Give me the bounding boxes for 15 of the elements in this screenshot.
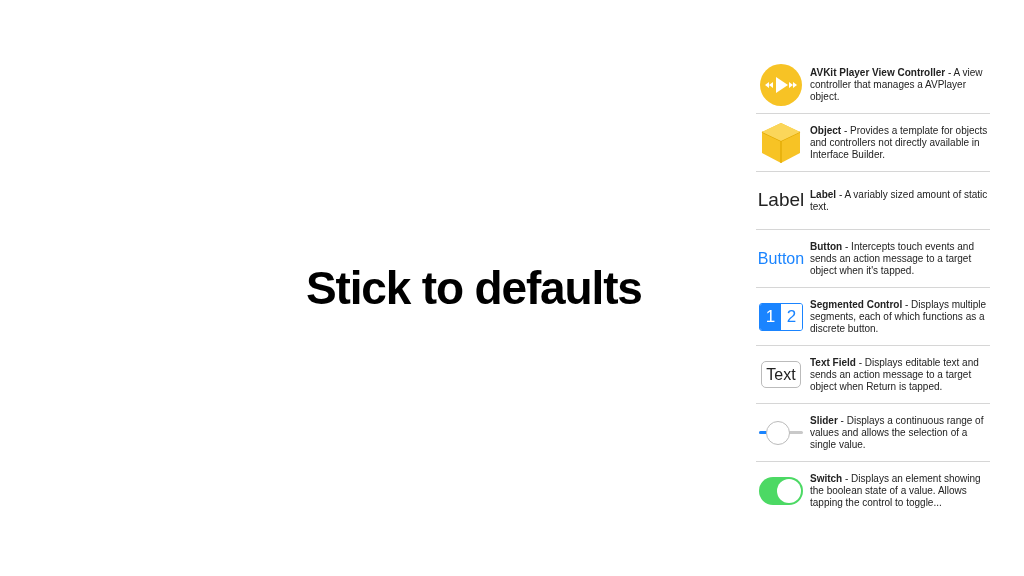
button-preview: Button <box>757 248 805 269</box>
slide-title: Stick to defaults <box>306 260 643 316</box>
item-description: AVKit Player View Controller - A view controller that manages a AVPlayer object. <box>810 66 984 103</box>
label-preview: Label <box>757 188 805 213</box>
item-description: Object - Provides a template for objects and controllers not directly available in Interface Builder. <box>810 124 988 161</box>
cube-icon <box>761 121 801 164</box>
item-description: Label - A variably sized amount of static text. <box>810 188 988 213</box>
item-description: Segmented Control - Displays multiple segments, each of which functions as a discrete button. <box>810 298 988 335</box>
item-description: Button - Intercepts touch events and sends an action message to a target object when it's tapped. <box>810 240 975 277</box>
segment: 1 <box>760 303 781 330</box>
item-description: Slider - Displays a continuous range of values and allows the selection of a single value. <box>810 414 985 451</box>
text-field-preview: Text <box>761 361 801 388</box>
item-description: Switch - Displays an element showing the boolean state of a value. Allows tapping the control to toggle... <box>810 473 982 509</box>
item-description: Text Field - Displays editable text and sends an action message to a target object when Return is tapped. <box>810 356 980 393</box>
play-icon <box>760 63 802 106</box>
